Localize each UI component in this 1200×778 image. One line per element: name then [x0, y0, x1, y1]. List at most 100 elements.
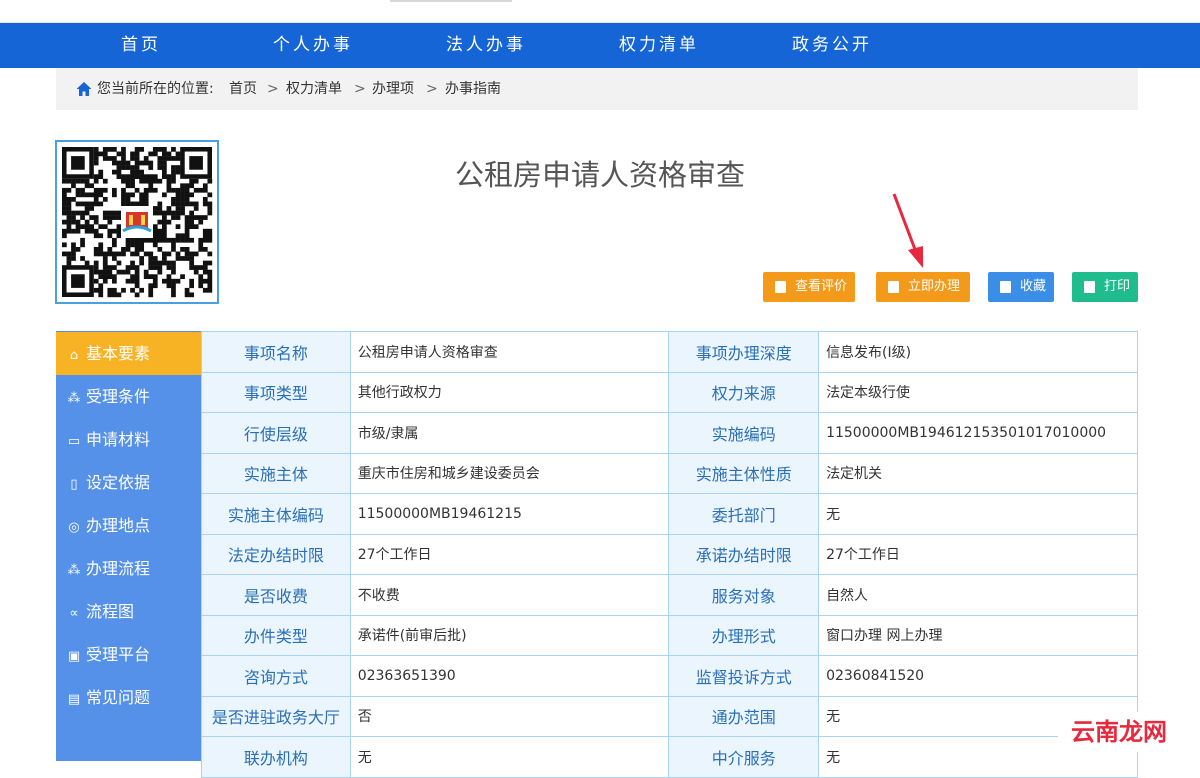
field-label: 实施主体	[201, 452, 351, 494]
sidebar-item-label: 受理平台	[86, 645, 151, 664]
sidebar-item-basis[interactable]: ▯ 设定依据	[56, 461, 201, 504]
red-arrow-annotation	[892, 193, 923, 268]
print-label: 打印	[1104, 279, 1131, 294]
sidebar-item-process[interactable]: ⁂ 办理流程	[56, 547, 201, 590]
field-label: 实施编码	[668, 412, 820, 454]
table-row: 实施主体 重庆市住房和城乡建设委员会 实施主体性质 法定机关	[201, 452, 1138, 494]
sidebar: ⌂ 基本要素 ⁂ 受理条件 ▭ 申请材料 ▯ 设定依据 ◎ 办理地点 ⁂ 办理流程 ∝ 流程图…	[56, 331, 201, 761]
table-row: 事项名称 公租房申请人资格审查 事项办理深度 信息发布(Ⅰ级)	[201, 331, 1138, 373]
field-value: 重庆市住房和城乡建设委员会	[349, 452, 670, 494]
print-button[interactable]: 打印	[1072, 272, 1138, 302]
field-value: 窗口办理 网上办理	[818, 614, 1138, 656]
field-label: 行使层级	[201, 412, 351, 454]
nav-gov-affairs[interactable]: 政务公开	[792, 23, 872, 68]
location-icon: ◎	[68, 520, 80, 535]
field-value: 信息发布(Ⅰ级)	[818, 331, 1138, 373]
view-evaluation-button[interactable]: 查看评价	[763, 272, 855, 302]
field-value: 承诺件(前审后批)	[349, 614, 670, 656]
table-row: 是否收费 不收费 服务对象 自然人	[201, 574, 1138, 616]
field-label: 委托部门	[668, 493, 820, 535]
field-value: 11500000MB19461215	[349, 493, 670, 535]
breadcrumb-power-list[interactable]: 权力清单	[286, 68, 342, 110]
monitor-icon: ▣	[67, 649, 81, 664]
page-title: 公租房申请人资格审查	[454, 158, 745, 192]
field-value: 市级/隶属	[349, 412, 670, 454]
field-label: 办理形式	[668, 614, 820, 656]
field-value: 否	[349, 695, 670, 737]
view-evaluation-label: 查看评价	[795, 279, 848, 294]
breadcrumb-home[interactable]: 首页	[229, 68, 257, 110]
flow-icon: ⁂	[67, 563, 81, 578]
table-row: 行使层级 市级/隶属 实施编码 11500000MB19461215350101701…	[201, 412, 1138, 454]
nav-power-list[interactable]: 权力清单	[619, 23, 699, 68]
sidebar-item-label: 基本要素	[86, 344, 151, 363]
sidebar-item-flowchart[interactable]: ∝ 流程图	[56, 590, 201, 633]
sidebar-item-faq[interactable]: ▤ 常见问题	[56, 676, 201, 719]
sidebar-item-label: 申请材料	[86, 430, 151, 449]
qr-code-image	[62, 147, 213, 298]
field-label: 咨询方式	[201, 655, 351, 697]
share-icon: ∝	[69, 606, 79, 621]
sidebar-item-label: 常见问题	[86, 688, 151, 707]
nav-legal-person[interactable]: 法人办事	[446, 23, 526, 68]
document-icon	[775, 281, 786, 293]
field-value: 02360841520	[818, 655, 1138, 697]
field-value: 11500000MB19461215350101701000​0	[818, 412, 1138, 454]
table-row: 是否进驻政务大厅否通办范围无	[201, 695, 1138, 737]
sidebar-item-label: 办理地点	[86, 516, 151, 535]
sidebar-item-basic-elements[interactable]: ⌂ 基本要素	[56, 332, 201, 375]
field-label: 实施主体编码	[201, 493, 351, 535]
field-label: 事项办理深度	[668, 331, 820, 373]
field-value: 法定本级行使	[818, 371, 1138, 413]
breadcrumb-guide: 办事指南	[445, 81, 501, 97]
sidebar-item-location[interactable]: ◎ 办理地点	[56, 504, 201, 547]
field-value: 无	[818, 493, 1138, 535]
field-label: 中介服务	[668, 736, 820, 778]
table-row: 事项类型 其他行政权力 权力来源 法定本级行使	[201, 371, 1138, 413]
field-value: 02363651390	[349, 655, 670, 697]
field-label: 承诺办结时限	[668, 533, 820, 575]
sidebar-item-materials[interactable]: ▭ 申请材料	[56, 418, 201, 461]
question-icon: ▤	[67, 692, 81, 707]
field-value: 无	[349, 736, 670, 778]
sidebar-item-label: 流程图	[86, 602, 135, 621]
sidebar-item-conditions[interactable]: ⁂ 受理条件	[56, 375, 201, 418]
table-row: 实施主体编码 11500000MB19461215 委托部门无	[201, 493, 1138, 535]
apply-now-button[interactable]: 立即办理	[876, 272, 970, 302]
network-icon: ⁂	[67, 391, 81, 406]
field-value: 自然人	[818, 574, 1138, 616]
sidebar-item-platform[interactable]: ▣ 受理平台	[56, 633, 201, 676]
main-nav: 首页 个人办事 法人办事 权力清单 政务公开	[0, 23, 1200, 68]
field-value: 27个工作日	[818, 533, 1138, 575]
nav-home[interactable]: 首页	[121, 23, 161, 68]
field-label: 通办范围	[668, 695, 820, 737]
breadcrumb-separator: >	[267, 81, 279, 97]
table-row: 法定办结时限 27个工作日 承诺办结时限 27个工作日	[201, 533, 1138, 575]
watermark-text: 云南龙网	[1071, 718, 1167, 746]
field-label: 监督投诉方式	[668, 655, 820, 697]
favorite-button[interactable]: 收藏	[988, 272, 1054, 302]
browser-top-strip	[0, 0, 1200, 23]
field-label: 事项名称	[201, 331, 351, 373]
breadcrumb-item-handling[interactable]: 办理项	[372, 68, 414, 110]
field-label: 实施主体性质	[668, 452, 820, 494]
info-table: 事项名称 公租房申请人资格审查 事项办理深度 信息发布(Ⅰ级) 事项类型 其他行政权力 权力…	[201, 331, 1138, 778]
field-label: 事项类型	[201, 371, 351, 413]
field-value: 不收费	[349, 574, 670, 616]
field-value: 公租房申请人资格审查	[349, 331, 670, 373]
nav-personal[interactable]: 个人办事	[273, 23, 353, 68]
field-label: 法定办结时限	[201, 533, 351, 575]
document-icon	[888, 281, 899, 293]
table-row: 咨询方式 02363651390 监督投诉方式 02360841520	[201, 655, 1138, 697]
qr-code	[55, 140, 219, 304]
field-value: 法定机关	[818, 452, 1138, 494]
table-row: 联办机构无中介服务无	[201, 736, 1138, 778]
field-label: 服务对象	[668, 574, 820, 616]
favorite-label: 收藏	[1020, 279, 1047, 294]
tab-indicator	[390, 0, 512, 2]
breadcrumb-separator: >	[426, 81, 438, 97]
table-row: 办件类型 承诺件(前审后批) 办理形式 窗口办理 网上办理	[201, 614, 1138, 656]
field-label: 权力来源	[668, 371, 820, 413]
breadcrumb-separator: >	[354, 81, 366, 97]
sidebar-item-label: 设定依据	[86, 473, 151, 492]
